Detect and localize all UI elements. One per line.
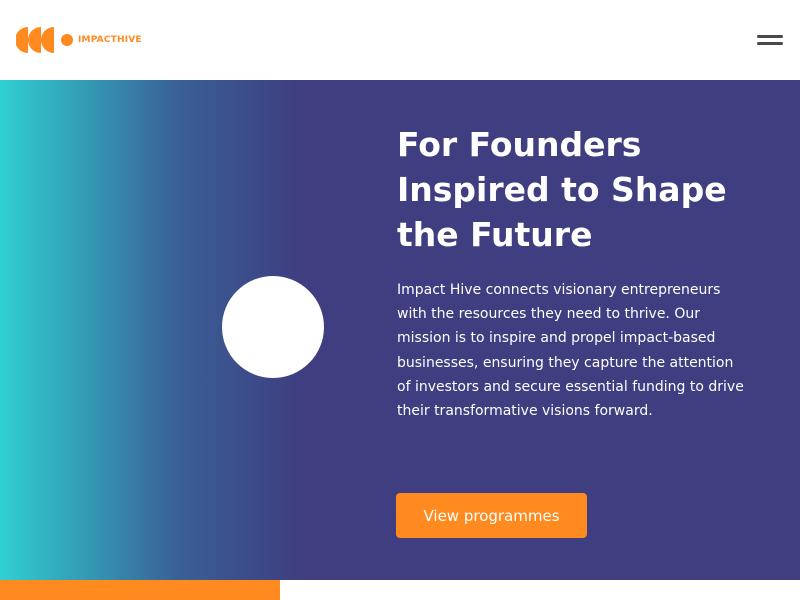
logo-text: IMPACTHIVE xyxy=(78,35,142,45)
site-header: IMPACTHIVE xyxy=(0,0,800,80)
hero-description: Impact Hive connects visionary entrepren… xyxy=(397,282,744,420)
hero-title: For Founders Inspired to Shape the Futur… xyxy=(397,125,727,254)
hamburger-menu-icon[interactable] xyxy=(752,30,788,50)
menu-line xyxy=(757,42,783,45)
view-programmes-button[interactable]: View programmes xyxy=(396,493,587,538)
decorative-circle xyxy=(222,276,324,378)
page: IMPACTHIVE For Founders Inspired to Shap… xyxy=(0,0,800,600)
logo-link[interactable]: IMPACTHIVE xyxy=(16,27,142,53)
hero-section: For Founders Inspired to Shape the Futur… xyxy=(0,80,800,580)
logo-icon xyxy=(16,27,73,53)
accent-bar xyxy=(0,580,280,600)
menu-line xyxy=(757,35,783,38)
